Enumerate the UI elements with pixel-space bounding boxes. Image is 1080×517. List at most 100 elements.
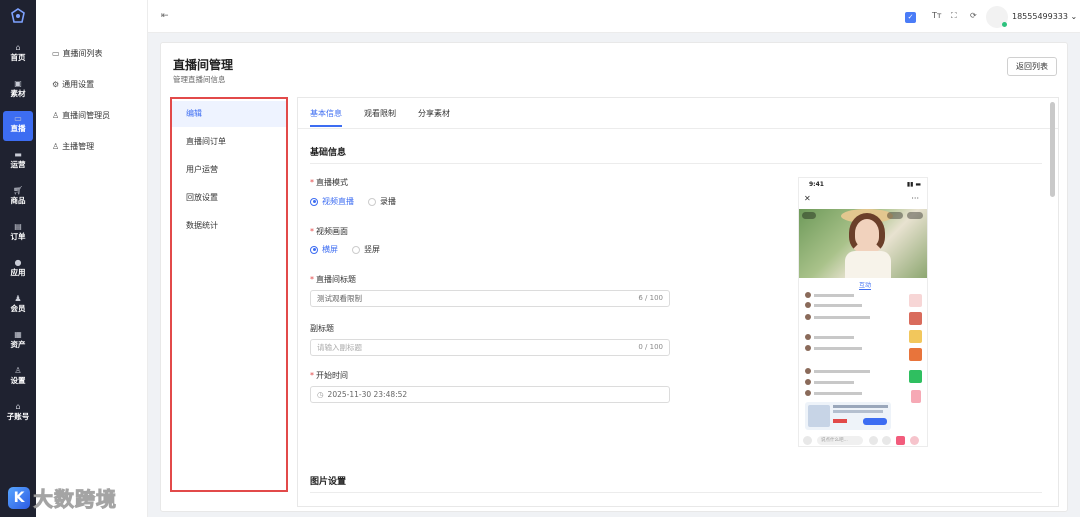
room-nav-panel: 编辑 直播间订单 用户运营 回放设置 数据统计	[170, 97, 288, 492]
rail-item-label: 资产	[10, 340, 26, 349]
font-size-icon[interactable]: Tт	[932, 11, 942, 20]
video-frame-radio-group: 横屏 竖屏	[310, 244, 394, 255]
preview-product-button	[863, 418, 887, 425]
submenu-item-3[interactable]: ♙ 主播管理	[52, 141, 94, 152]
start-time-picker[interactable]: ◷ 2025-11-30 23:48:52	[310, 386, 670, 403]
radio-icon	[352, 245, 360, 254]
subtitle-input[interactable]: 请输入副标题 0 / 100	[310, 339, 670, 356]
preview-chat-line	[805, 345, 862, 351]
submenu-item-label: 主播管理	[62, 142, 95, 151]
document-icon: ▤	[14, 222, 22, 231]
preview-chat-line	[805, 379, 854, 385]
mobile-preview: 9:41 ▮▮ ▬ ✕ ··· 互动 说点什么吧...	[798, 177, 928, 447]
app-logo-icon	[11, 8, 25, 23]
video_frame-option-1[interactable]: 竖屏	[352, 244, 380, 255]
room-nav-item-1[interactable]: 直播间订单	[172, 129, 286, 155]
home-icon: ⌂	[15, 43, 21, 52]
submenu-item-2[interactable]: ♙ 直播间管理员	[52, 110, 110, 121]
room-nav-item-2[interactable]: 用户运营	[172, 157, 286, 183]
image-icon: ▣	[14, 79, 22, 88]
video-icon: ▭	[52, 49, 60, 58]
live_mode-option-0[interactable]: 视频直播	[310, 196, 354, 207]
users-icon: ♟	[14, 294, 22, 303]
rail-item-8[interactable]: ▦ 资产	[3, 327, 33, 357]
sub-menu: ▭ 直播间列表 ⚙ 通用设置 ♙ 直播间管理员 ♙ 主播管理	[36, 0, 148, 517]
preview-tag	[887, 212, 903, 219]
room-nav-item-3[interactable]: 回放设置	[172, 185, 286, 211]
cart-icon: 🛒︎	[12, 186, 24, 195]
avatar[interactable]	[986, 6, 1008, 28]
rail-item-label: 直播	[10, 124, 26, 133]
video-frame-label: * 视频画面	[310, 227, 348, 236]
preview-chat-avatar	[805, 390, 811, 396]
gear-icon: ⚙	[52, 80, 60, 89]
preview-product-title	[833, 405, 888, 408]
submenu-item-1[interactable]: ⚙ 通用设置	[52, 79, 94, 90]
radio-label: 竖屏	[364, 245, 380, 254]
page-subtitle: 管理直播间信息	[173, 75, 226, 84]
checkbox-icon[interactable]: ✓	[905, 12, 916, 23]
preview-chat-avatar	[805, 302, 811, 308]
home-icon: ⌂	[15, 402, 21, 411]
preview-side-icon	[909, 294, 922, 307]
start-time-value: 2025-11-30 23:48:52	[327, 390, 408, 399]
back-to-list-button[interactable]: 返回列表	[1007, 57, 1057, 76]
live-mode-radio-group: 视频直播 录播	[310, 196, 410, 207]
preview-gift-icon	[896, 436, 905, 445]
user-account-menu[interactable]: 18555499333 ⌄	[1012, 12, 1077, 21]
rail-item-7[interactable]: ♟ 会员	[3, 291, 33, 321]
user-gear-icon: ♙	[14, 366, 22, 375]
preview-like-icon	[910, 436, 919, 445]
user-icon: ♙	[52, 142, 60, 151]
room-nav-item-0[interactable]: 编辑	[172, 101, 286, 127]
watermark-logo: K	[8, 487, 30, 509]
fullscreen-icon[interactable]: ⛶	[951, 11, 957, 21]
section-divider	[310, 492, 1042, 493]
submenu-item-0[interactable]: ▭ 直播间列表	[52, 48, 103, 59]
preview-chat-text	[814, 335, 854, 339]
preview-chat-avatar	[805, 368, 811, 374]
rail-item-2[interactable]: ▭ 直播	[3, 111, 33, 141]
preview-host-body	[845, 251, 891, 278]
clock-icon: ◷	[317, 390, 324, 399]
rail-item-10[interactable]: ⌂ 子账号	[3, 399, 33, 429]
rail-item-label: 商品	[10, 196, 26, 205]
drop-icon: ●	[14, 258, 22, 267]
room-title-counter: 6 / 100	[638, 294, 663, 302]
preview-status-time: 9:41	[809, 181, 824, 188]
preview-menu-icon	[803, 436, 812, 445]
rail-item-9[interactable]: ♙ 设置	[3, 363, 33, 393]
preview-chat-line	[805, 292, 854, 298]
wallet-icon: ▦	[14, 330, 22, 339]
watermark-text: 大数跨境	[33, 487, 117, 512]
preview-chat-text	[814, 369, 870, 373]
section-divider	[310, 163, 1042, 164]
tab-1[interactable]: 观看限制	[364, 108, 396, 127]
main-nav-rail: ⌂ 首页 ▣ 素材 ▭ 直播 ▬ 运营 🛒︎ 商品 ▤ 订单 ● 应用 ♟ 会员 ▦ 资产 ♙ 设置 ⌂ 子账号	[0, 0, 36, 517]
content-panel: 基本信息 观看限制 分享素材 基础信息 * 直播模式 视频直播 录播 * 视频画面 横屏 竖…	[297, 97, 1059, 507]
user-phone: 18555499333	[1012, 12, 1068, 21]
submenu-item-label: 通用设置	[62, 80, 95, 89]
tab-2[interactable]: 分享素材	[418, 108, 450, 127]
live_mode-option-1[interactable]: 录播	[368, 196, 396, 207]
video_frame-option-0[interactable]: 横屏	[310, 244, 338, 255]
rail-item-4[interactable]: 🛒︎ 商品	[3, 183, 33, 213]
rail-item-3[interactable]: ▬ 运营	[3, 147, 33, 177]
rail-item-5[interactable]: ▤ 订单	[3, 219, 33, 249]
rail-item-label: 首页	[10, 53, 26, 62]
preview-chat-avatar	[805, 314, 811, 320]
preview-side-icon	[909, 312, 922, 325]
rail-item-1[interactable]: ▣ 素材	[3, 76, 33, 106]
room-nav-item-4[interactable]: 数据统计	[172, 213, 286, 239]
radio-icon	[368, 197, 376, 206]
collapse-sidebar-icon[interactable]: ⇤	[161, 11, 169, 21]
rail-item-6[interactable]: ● 应用	[3, 255, 33, 285]
tab-0[interactable]: 基本信息	[310, 108, 342, 127]
scrollbar[interactable]	[1050, 102, 1055, 197]
rail-item-0[interactable]: ⌂ 首页	[3, 40, 33, 70]
room-title-label: * 直播间标题	[310, 275, 356, 284]
room-title-input[interactable]: 测试观看限制 6 / 100	[310, 290, 670, 307]
refresh-icon[interactable]: ⟳	[970, 11, 977, 20]
preview-chat-text	[814, 391, 862, 395]
preview-chat-avatar	[805, 379, 811, 385]
